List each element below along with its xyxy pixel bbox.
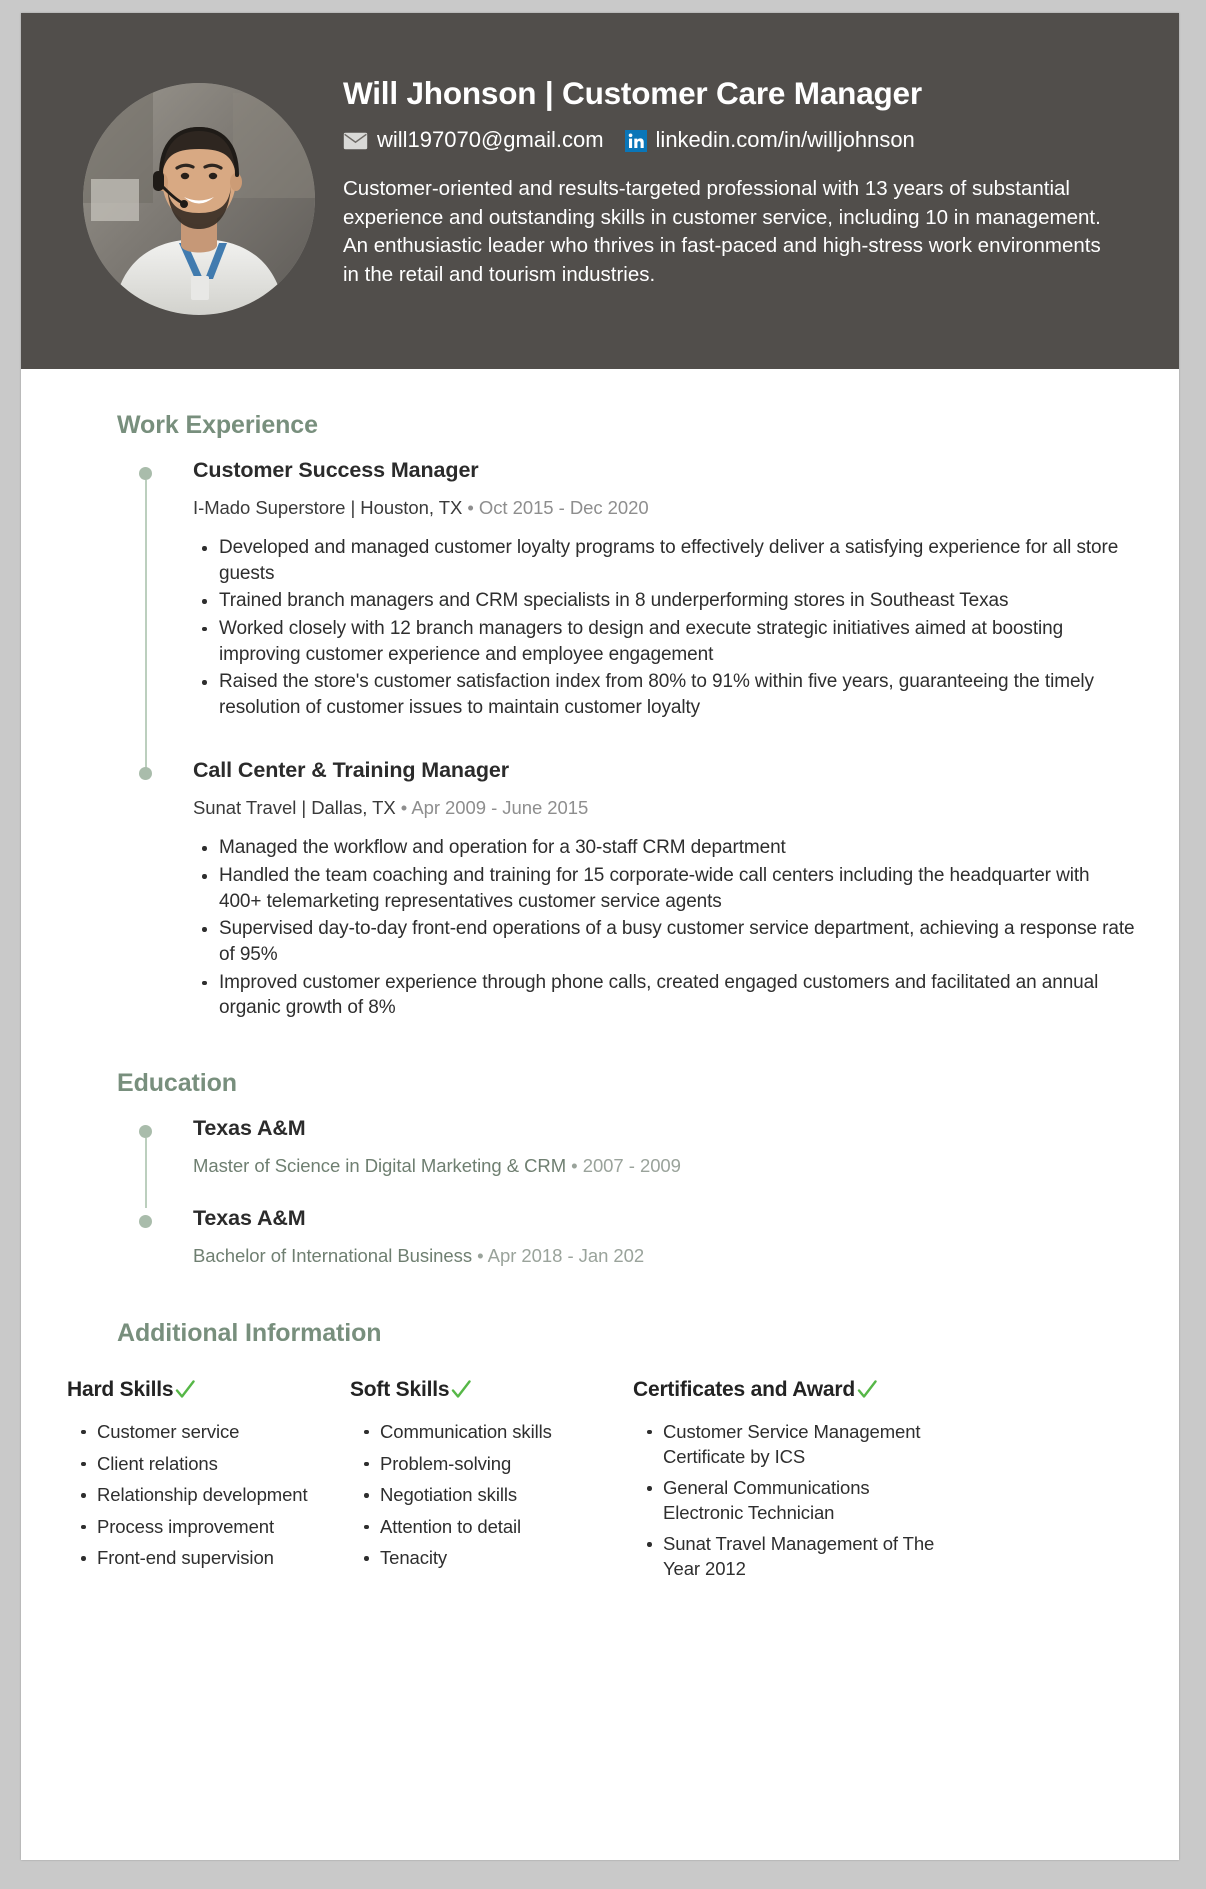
check-icon (856, 1379, 878, 1401)
job-title: Call Center & Training Manager (193, 758, 509, 783)
skills-heading: Hard Skills (67, 1378, 350, 1402)
linkedin-text[interactable]: linkedin.com/in/willjohnson (656, 126, 915, 154)
job-company: I-Mado Superstore | Houston, TX (193, 497, 463, 518)
skills-grid: Hard Skills Customer service Client rela… (65, 1378, 1135, 1589)
timeline-dot-icon (139, 467, 152, 480)
work-timeline: Customer Success Manager I-Mado Supersto… (65, 458, 1135, 1021)
check-icon (450, 1379, 472, 1401)
work-entry: Customer Success Manager I-Mado Supersto… (139, 458, 1135, 770)
entry-spacer (193, 722, 1135, 758)
skills-list: Customer service Client relations Relati… (67, 1420, 350, 1571)
list-item: Trained branch managers and CRM speciali… (202, 588, 1135, 614)
school-name: Texas A&M (193, 1205, 306, 1230)
section-heading-work-experience: Work Experience (117, 411, 318, 439)
school-name: Texas A&M (193, 1115, 306, 1140)
list-item: Customer service (81, 1420, 350, 1445)
list-item: General Communications Electronic Techni… (647, 1476, 953, 1525)
list-item: Improved customer experience through pho… (202, 970, 1135, 1021)
meta-separator: • (477, 1244, 484, 1266)
education-meta: Master of Science in Digital Marketing &… (193, 1155, 1135, 1177)
page-title: Will Jhonson | Customer Care Manager (343, 75, 922, 111)
section-heading-education: Education (117, 1068, 237, 1097)
list-item: Client relations (81, 1452, 350, 1477)
list-item: Relationship development (81, 1483, 350, 1508)
list-item: Process improvement (81, 1515, 350, 1540)
list-item: Customer Service Management Certificate … (647, 1420, 953, 1469)
skills-list: Customer Service Management Certificate … (633, 1420, 953, 1582)
list-item: Handled the team coaching and training f… (202, 863, 1135, 914)
professional-summary: Customer-oriented and results-targeted p… (343, 177, 1101, 286)
list-item: Attention to detail (364, 1515, 633, 1540)
meta-separator: • (571, 1154, 578, 1176)
job-meta: I-Mado Superstore | Houston, TX • Oct 20… (193, 497, 1135, 519)
list-item: Supervised day-to-day front-end operatio… (202, 916, 1135, 967)
email-text[interactable]: will197070@gmail.com (377, 126, 604, 154)
list-item: Worked closely with 12 branch managers t… (202, 616, 1135, 667)
skills-column-certificates: Certificates and Award Customer Service … (633, 1378, 953, 1589)
section-heading-additional-information: Additional Information (117, 1318, 382, 1347)
list-item: Tenacity (364, 1546, 633, 1571)
page-background: Will Jhonson | Customer Care Manager wil… (0, 0, 1206, 1889)
skills-list: Communication skills Problem-solving Neg… (350, 1420, 633, 1571)
skills-column-soft: Soft Skills Communication skills Problem… (350, 1378, 633, 1589)
education-entry: Texas A&M Bachelor of International Busi… (139, 1205, 1135, 1267)
timeline-line (144, 480, 147, 770)
list-item: Negotiation skills (364, 1483, 633, 1508)
meta-separator: • (467, 497, 474, 518)
resume-document: Will Jhonson | Customer Care Manager wil… (21, 13, 1179, 1860)
list-item: Front-end supervision (81, 1546, 350, 1571)
education-timeline: Texas A&M Master of Science in Digital M… (65, 1116, 1135, 1267)
job-bullet-list: Managed the workflow and operation for a… (193, 835, 1135, 1020)
timeline-dot-icon (139, 767, 152, 781)
timeline-line (144, 1137, 147, 1208)
job-company: Sunat Travel | Dallas, TX (193, 797, 396, 819)
skills-heading-label: Certificates and Award (633, 1377, 856, 1401)
entry-spacer (193, 1177, 1135, 1206)
degree-name: Bachelor of International Business (193, 1244, 473, 1266)
job-meta: Sunat Travel | Dallas, TX • Apr 2009 - J… (193, 797, 1135, 819)
job-bullet-list: Developed and managed customer loyalty p… (193, 535, 1135, 720)
list-item: Sunat Travel Management of The Year 2012 (647, 1532, 953, 1581)
degree-name: Master of Science in Digital Marketing &… (193, 1154, 567, 1176)
timeline-dot-icon (139, 1124, 152, 1138)
list-item: Developed and managed customer loyalty p… (202, 535, 1135, 586)
education-meta: Bachelor of International Business • Apr… (193, 1245, 1135, 1267)
list-item: Communication skills (364, 1420, 633, 1445)
avatar (83, 83, 315, 315)
resume-body: Work Experience Customer Success Manager… (21, 411, 1179, 1589)
job-title: Customer Success Manager (193, 458, 479, 482)
list-item: Raised the store's customer satisfaction… (202, 669, 1135, 720)
envelope-icon (343, 132, 368, 150)
resume-header: Will Jhonson | Customer Care Manager wil… (21, 13, 1179, 369)
skills-column-hard: Hard Skills Customer service Client rela… (67, 1378, 350, 1589)
list-item: Problem-solving (364, 1452, 633, 1477)
education-entry: Texas A&M Master of Science in Digital M… (139, 1115, 1135, 1208)
skills-heading: Soft Skills (350, 1378, 633, 1402)
skills-heading-label: Soft Skills (350, 1377, 450, 1401)
job-dates: Apr 2009 - June 2015 (411, 797, 589, 819)
header-text-column: Will Jhonson | Customer Care Manager wil… (343, 43, 1139, 289)
education-dates: 2007 - 2009 (582, 1154, 681, 1176)
skills-heading-label: Hard Skills (67, 1377, 174, 1401)
job-dates: Oct 2015 - Dec 2020 (478, 497, 649, 518)
check-icon (174, 1379, 196, 1401)
education-dates: Apr 2018 - Jan 202 (487, 1244, 645, 1266)
photo-column (65, 43, 315, 315)
skills-heading: Certificates and Award (633, 1378, 953, 1402)
linkedin-icon (624, 129, 647, 152)
list-item: Managed the workflow and operation for a… (202, 835, 1135, 861)
timeline-dot-icon (139, 1214, 152, 1228)
meta-separator: • (400, 797, 408, 819)
contact-row: will197070@gmail.com linkedin.com/in/wil… (343, 126, 1139, 154)
work-entry: Call Center & Training Manager Sunat Tra… (139, 758, 1135, 1020)
